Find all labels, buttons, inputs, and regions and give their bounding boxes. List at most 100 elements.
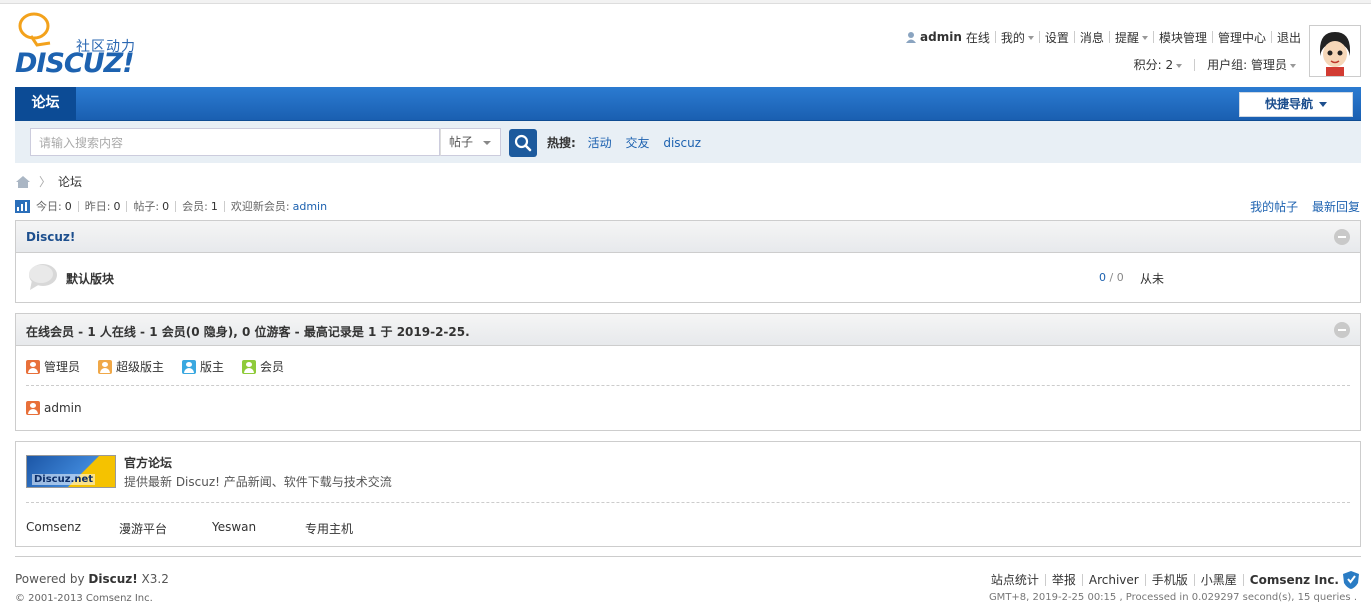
usergroup-menu[interactable]: 用户组: 管理员: [1207, 56, 1296, 73]
points-label: 积分: 2: [1133, 58, 1174, 72]
user-icon: [906, 32, 917, 43]
stat-yesterday-value: 0: [113, 199, 121, 213]
messages-link[interactable]: 消息: [1080, 29, 1104, 46]
divider: [1211, 31, 1213, 43]
reminders-label: 提醒: [1114, 30, 1139, 45]
divider: [1194, 58, 1196, 71]
legend-label: 会员: [260, 360, 285, 374]
module-manage-link[interactable]: 模块管理: [1159, 29, 1207, 46]
banner-text: Discuz.net: [32, 474, 96, 485]
search-type-value: 帖子: [449, 135, 474, 149]
hot-term-link[interactable]: discuz: [663, 136, 701, 150]
discuz-net-banner[interactable]: Discuz.net: [26, 455, 116, 488]
settings-link[interactable]: 设置: [1045, 29, 1069, 46]
search-input[interactable]: 请输入搜索内容: [30, 128, 440, 156]
chevron-down-icon: [1141, 36, 1148, 40]
logo-wordmark[interactable]: DISCUZ!: [15, 48, 135, 79]
friend-link[interactable]: 漫游平台: [119, 520, 212, 537]
nav-tab-forum[interactable]: 论坛: [15, 87, 76, 120]
user-group-legend: 管理员 超级版主 版主 会员: [26, 358, 302, 375]
hot-search: 热搜: 活动 交友 discuz: [547, 134, 711, 151]
main-nav-bar: [15, 87, 1361, 121]
user-info-row: 积分: 2 用户组: 管理员: [1134, 56, 1296, 73]
dashed-divider: [26, 385, 1350, 386]
search-button[interactable]: [509, 129, 537, 157]
search-icon: [514, 134, 532, 152]
friend-link[interactable]: 专用主机: [305, 520, 398, 537]
footer-link[interactable]: 手机版: [1152, 571, 1188, 588]
moderator-user-icon: [182, 359, 197, 374]
post-links: 我的帖子 最新回复: [1240, 198, 1360, 215]
divider: [1270, 31, 1272, 43]
home-icon[interactable]: [15, 175, 31, 189]
user-menu: admin 在线 我的 设置 消息 提醒 模块管理 管理中心 退出: [905, 29, 1301, 45]
official-forum-link[interactable]: 官方论坛: [124, 454, 172, 471]
quick-nav-label: 快捷导航: [1264, 97, 1313, 111]
admin-center-link[interactable]: 管理中心: [1218, 29, 1266, 46]
friend-links-box: Discuz.net 官方论坛 提供最新 Discuz! 产品新闻、软件下载与技…: [15, 441, 1361, 547]
category-title[interactable]: Discuz!: [26, 230, 75, 244]
forum-counts: 0 / 0: [1099, 271, 1124, 284]
online-status: 在线: [965, 30, 990, 45]
divider: [126, 200, 128, 212]
online-user-link[interactable]: admin: [44, 401, 82, 415]
breadcrumb: 〉 论坛: [15, 173, 82, 190]
admin-user-icon: [26, 401, 40, 415]
newest-member-link[interactable]: admin: [293, 200, 327, 213]
count-separator: /: [1109, 271, 1114, 284]
username-link[interactable]: admin: [920, 30, 962, 44]
forum-post-count: 0: [1116, 271, 1124, 284]
footer-link[interactable]: 小黑屋: [1201, 571, 1237, 588]
quick-nav-button[interactable]: 快捷导航: [1239, 92, 1353, 117]
stat-posts-value: 0: [162, 199, 170, 213]
breadcrumb-separator-icon: 〉: [39, 175, 52, 189]
legend-item: 超级版主: [98, 358, 164, 375]
footer-divider: [15, 556, 1361, 557]
online-user[interactable]: admin: [26, 401, 82, 415]
powered-brand-link[interactable]: Discuz!: [88, 572, 137, 586]
powered-prefix: Powered by: [15, 572, 89, 586]
forum-icon: [29, 264, 57, 290]
hot-term-link[interactable]: 交友: [625, 136, 649, 150]
points-menu[interactable]: 积分: 2: [1134, 56, 1183, 73]
avatar[interactable]: [1309, 25, 1361, 77]
friend-link[interactable]: Yeswan: [212, 520, 305, 537]
security-badge-icon[interactable]: [1342, 570, 1360, 590]
stat-members-label: 会员:: [182, 200, 208, 213]
my-posts-link[interactable]: 我的帖子: [1250, 200, 1298, 214]
my-menu[interactable]: 我的: [1001, 29, 1034, 46]
hot-term-link[interactable]: 活动: [588, 136, 612, 150]
friend-link[interactable]: Comsenz: [26, 520, 119, 537]
divider: [1193, 573, 1195, 586]
category-box: Discuz! 默认版块 0 / 0 从未: [15, 220, 1361, 303]
admin-user-icon: [26, 359, 40, 374]
legend-item: 管理员: [26, 358, 80, 375]
divider: [994, 31, 996, 43]
stat-yesterday-label: 昨日:: [84, 200, 111, 213]
divider: [1044, 573, 1046, 586]
breadcrumb-current: 论坛: [58, 175, 83, 189]
reminders-menu[interactable]: 提醒: [1115, 29, 1148, 46]
stat-today-label: 今日:: [36, 200, 62, 213]
footer-link[interactable]: 举报: [1052, 571, 1076, 588]
divider: [1073, 31, 1075, 43]
footer-link[interactable]: Archiver: [1089, 573, 1139, 587]
divider: [1108, 31, 1110, 43]
forum-name-link[interactable]: 默认版块: [66, 270, 114, 287]
logout-link[interactable]: 退出: [1277, 29, 1301, 46]
stat-posts-label: 帖子:: [133, 200, 160, 213]
super-moderator-user-icon: [98, 359, 113, 374]
latest-replies-link[interactable]: 最新回复: [1312, 200, 1360, 214]
divider: [1081, 573, 1083, 586]
chevron-down-icon: [483, 141, 491, 145]
collapse-icon[interactable]: [1334, 229, 1350, 245]
stat-members-value: 1: [210, 199, 218, 213]
divider: [1038, 31, 1040, 43]
usergroup-label: 用户组: 管理员: [1207, 58, 1287, 72]
company-link[interactable]: Comsenz Inc.: [1250, 573, 1339, 587]
footer-link[interactable]: 站点统计: [991, 571, 1039, 588]
powered-version: X3.2: [137, 572, 169, 586]
top-strip: [0, 0, 1371, 4]
search-type-select[interactable]: 帖子: [440, 128, 501, 156]
collapse-icon[interactable]: [1334, 322, 1350, 338]
